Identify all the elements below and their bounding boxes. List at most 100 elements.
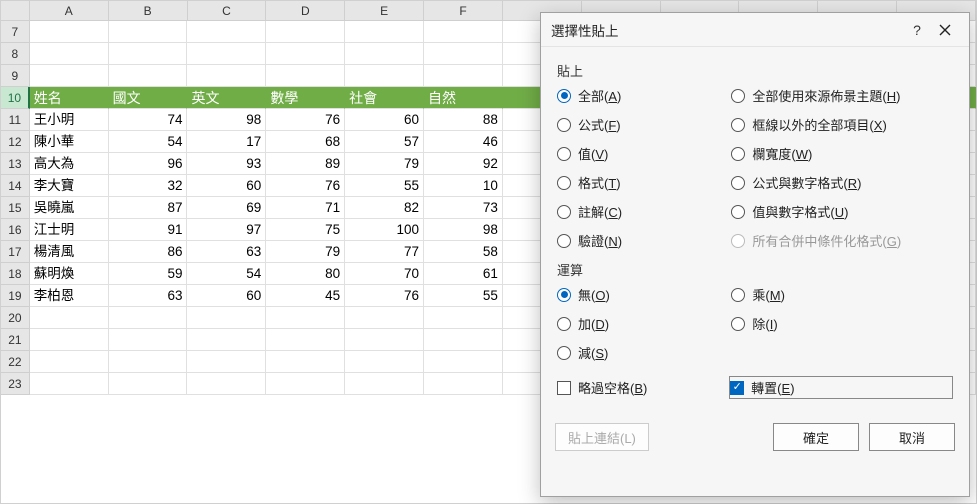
cell[interactable]: 100 xyxy=(345,219,424,241)
row-header[interactable]: 13 xyxy=(1,153,30,175)
cell[interactable]: 吳曉嵐 xyxy=(30,197,109,219)
cell[interactable] xyxy=(345,329,424,351)
row-header[interactable]: 10 xyxy=(1,87,30,109)
row-header[interactable]: 22 xyxy=(1,351,30,373)
paste-radio-formula-num[interactable]: 公式與數字格式(R) xyxy=(731,173,953,192)
cell[interactable]: 68 xyxy=(266,131,345,153)
paste-radio-all[interactable]: 全部(A) xyxy=(557,86,727,105)
cell[interactable]: 69 xyxy=(187,197,266,219)
cell[interactable]: 75 xyxy=(266,219,345,241)
cell[interactable] xyxy=(187,21,266,43)
cell[interactable]: 97 xyxy=(187,219,266,241)
cell[interactable] xyxy=(424,307,503,329)
cell[interactable]: 77 xyxy=(345,241,424,263)
cell[interactable]: 英文 xyxy=(187,87,266,109)
row-header[interactable]: 23 xyxy=(1,373,30,395)
cell[interactable]: 高大為 xyxy=(30,153,109,175)
cell[interactable]: 60 xyxy=(345,109,424,131)
cell[interactable]: 76 xyxy=(266,175,345,197)
cell[interactable]: 61 xyxy=(424,263,503,285)
cell[interactable]: 87 xyxy=(109,197,188,219)
cell[interactable] xyxy=(109,43,188,65)
cell[interactable]: 70 xyxy=(345,263,424,285)
cell[interactable]: 89 xyxy=(266,153,345,175)
row-header[interactable]: 18 xyxy=(1,263,30,285)
transpose-checkbox[interactable]: 轉置(E) xyxy=(729,376,953,399)
cell[interactable]: 45 xyxy=(266,285,345,307)
cell[interactable]: 國文 xyxy=(109,87,188,109)
cell[interactable]: 46 xyxy=(424,131,503,153)
cell[interactable]: 63 xyxy=(109,285,188,307)
cell[interactable] xyxy=(345,307,424,329)
cell[interactable] xyxy=(424,351,503,373)
row-header[interactable]: 15 xyxy=(1,197,30,219)
cell[interactable] xyxy=(345,43,424,65)
cell[interactable] xyxy=(266,329,345,351)
cell[interactable] xyxy=(345,351,424,373)
cell[interactable]: 71 xyxy=(266,197,345,219)
row-header[interactable]: 19 xyxy=(1,285,30,307)
row-header[interactable]: 7 xyxy=(1,21,30,43)
cell[interactable]: 李柏恩 xyxy=(30,285,109,307)
cell[interactable]: 96 xyxy=(109,153,188,175)
paste-link-button[interactable]: 貼上連結(L) xyxy=(555,423,649,451)
row-header[interactable]: 21 xyxy=(1,329,30,351)
cell[interactable] xyxy=(266,21,345,43)
cell[interactable] xyxy=(109,21,188,43)
cell[interactable] xyxy=(345,65,424,87)
cell[interactable]: 王小明 xyxy=(30,109,109,131)
cell[interactable]: 58 xyxy=(424,241,503,263)
op-radio-div[interactable]: 除(I) xyxy=(731,314,953,333)
paste-radio-values[interactable]: 值(V) xyxy=(557,144,727,163)
paste-radio-formats[interactable]: 格式(T) xyxy=(557,173,727,192)
cell[interactable] xyxy=(424,373,503,395)
cell[interactable]: 76 xyxy=(345,285,424,307)
cell[interactable]: 79 xyxy=(345,153,424,175)
cell[interactable]: 88 xyxy=(424,109,503,131)
row-header[interactable]: 8 xyxy=(1,43,30,65)
row-header[interactable]: 9 xyxy=(1,65,30,87)
cell[interactable] xyxy=(266,65,345,87)
column-header-B[interactable]: B xyxy=(109,1,188,21)
cell[interactable] xyxy=(345,373,424,395)
cell[interactable]: 姓名 xyxy=(30,87,109,109)
cell[interactable] xyxy=(187,329,266,351)
row-header[interactable]: 20 xyxy=(1,307,30,329)
paste-radio-formulas[interactable]: 公式(F) xyxy=(557,115,727,134)
cell[interactable]: 57 xyxy=(345,131,424,153)
column-header-F[interactable]: F xyxy=(424,1,503,21)
cell[interactable] xyxy=(109,307,188,329)
cell[interactable]: 73 xyxy=(424,197,503,219)
row-header[interactable]: 14 xyxy=(1,175,30,197)
cell[interactable]: 86 xyxy=(109,241,188,263)
op-radio-none[interactable]: 無(O) xyxy=(557,285,727,304)
paste-radio-col-width[interactable]: 欄寬度(W) xyxy=(731,144,953,163)
cell[interactable] xyxy=(30,21,109,43)
cell[interactable]: 楊清風 xyxy=(30,241,109,263)
cell[interactable] xyxy=(109,351,188,373)
column-header-E[interactable]: E xyxy=(345,1,424,21)
cell[interactable]: 54 xyxy=(187,263,266,285)
paste-radio-validation[interactable]: 驗證(N) xyxy=(557,231,727,250)
paste-radio-value-num[interactable]: 值與數字格式(U) xyxy=(731,202,953,221)
cancel-button[interactable]: 取消 xyxy=(869,423,955,451)
cell[interactable]: 80 xyxy=(266,263,345,285)
cell[interactable] xyxy=(187,373,266,395)
cell[interactable]: 59 xyxy=(109,263,188,285)
cell[interactable] xyxy=(266,43,345,65)
ok-button[interactable]: 確定 xyxy=(773,423,859,451)
cell[interactable] xyxy=(30,351,109,373)
cell[interactable]: 江士明 xyxy=(30,219,109,241)
cell[interactable]: 蘇明煥 xyxy=(30,263,109,285)
cell[interactable] xyxy=(424,21,503,43)
cell[interactable]: 李大寶 xyxy=(30,175,109,197)
cell[interactable]: 32 xyxy=(109,175,188,197)
cell[interactable] xyxy=(266,307,345,329)
op-radio-add[interactable]: 加(D) xyxy=(557,314,727,333)
cell[interactable]: 74 xyxy=(109,109,188,131)
cell[interactable] xyxy=(30,329,109,351)
column-header-D[interactable]: D xyxy=(266,1,345,21)
cell[interactable] xyxy=(187,307,266,329)
row-header[interactable]: 11 xyxy=(1,109,30,131)
cell[interactable] xyxy=(30,373,109,395)
